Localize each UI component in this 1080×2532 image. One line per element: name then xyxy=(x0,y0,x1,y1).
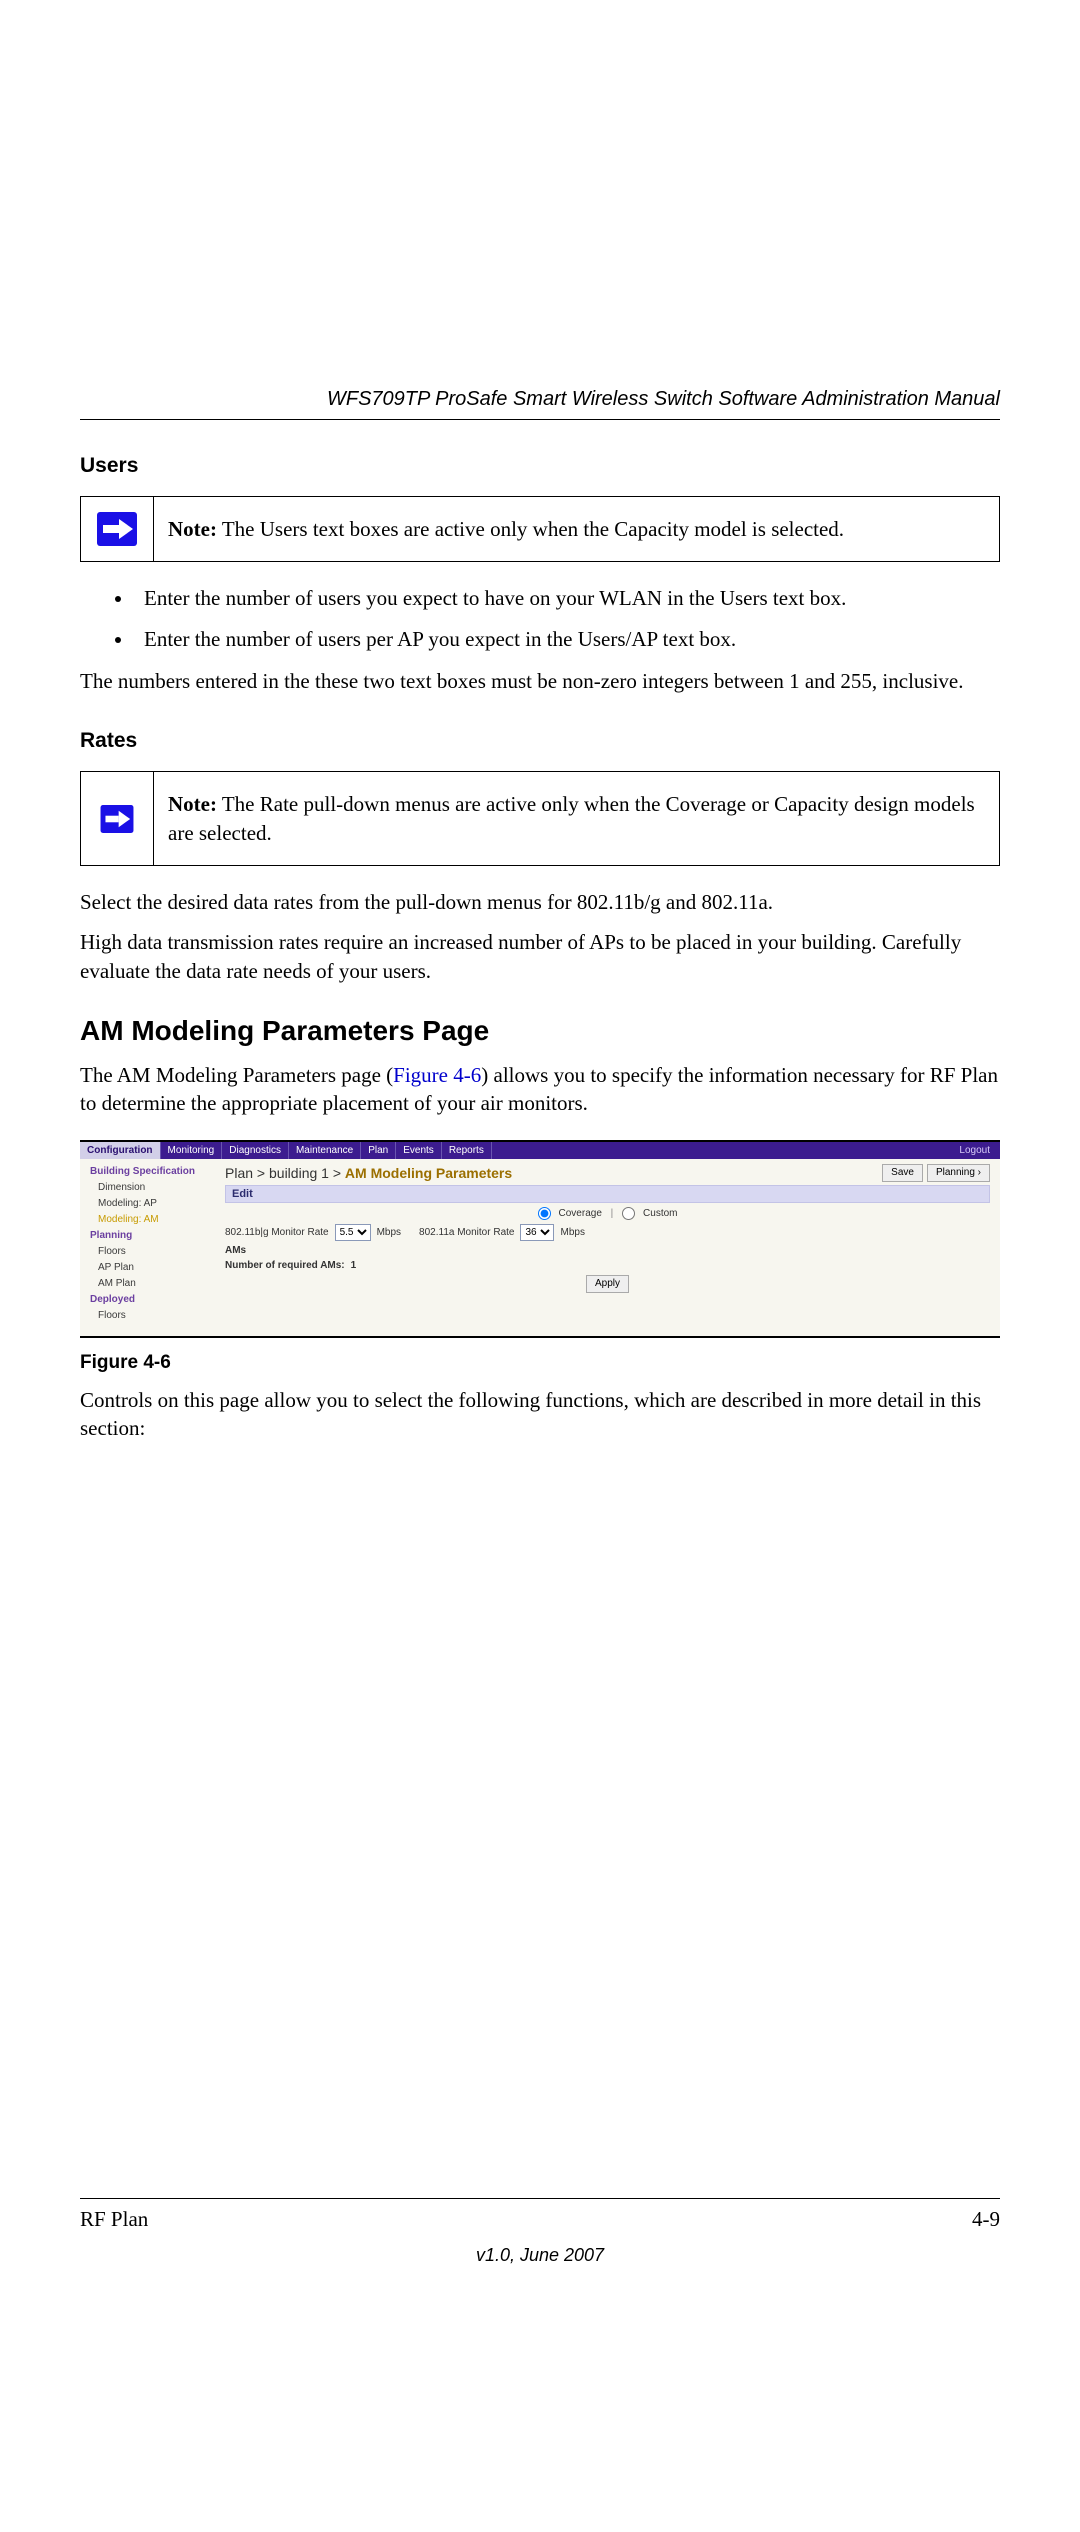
note-body: The Rate pull-down menus are active only… xyxy=(168,792,975,844)
note-icon-cell xyxy=(81,497,154,561)
rates-paragraph-2: High data transmission rates require an … xyxy=(80,928,1000,985)
note-text: Note: The Users text boxes are active on… xyxy=(154,497,999,561)
note-prefix: Note: xyxy=(168,792,217,816)
list-item: Enter the number of users you expect to … xyxy=(134,584,1000,612)
header-rule xyxy=(80,419,1000,420)
radio-custom-label: Custom xyxy=(643,1208,677,1219)
sidebar-item-am-plan[interactable]: AM Plan xyxy=(90,1276,225,1292)
required-ams-value: 1 xyxy=(351,1260,357,1271)
breadcrumb: Plan > building 1 > AM Modeling Paramete… xyxy=(225,1164,990,1182)
am-intro-paragraph: The AM Modeling Parameters page (Figure … xyxy=(80,1061,1000,1118)
ui-main: Plan > building 1 > AM Modeling Paramete… xyxy=(225,1159,1000,1336)
sidebar-item-modeling-am[interactable]: Modeling: AM xyxy=(90,1212,225,1228)
ui-capture: Configuration Monitoring Diagnostics Mai… xyxy=(80,1142,1000,1336)
sidebar-group-building: Building Specification xyxy=(90,1164,225,1180)
rate-bg-label: 802.11b|g Monitor Rate xyxy=(225,1227,329,1238)
radio-custom[interactable] xyxy=(622,1207,635,1220)
heading-am-modeling: AM Modeling Parameters Page xyxy=(80,1015,1000,1047)
tab-diagnostics[interactable]: Diagnostics xyxy=(222,1142,289,1159)
ui-sidebar: Building Specification Dimension Modelin… xyxy=(80,1159,225,1336)
sidebar-item-modeling-ap[interactable]: Modeling: AP xyxy=(90,1196,225,1212)
tab-plan[interactable]: Plan xyxy=(361,1142,396,1159)
figure-caption: Figure 4-6 xyxy=(80,1352,1000,1374)
tab-events[interactable]: Events xyxy=(396,1142,442,1159)
note-body: The Users text boxes are active only whe… xyxy=(217,517,844,541)
footer-center: v1.0, June 2007 xyxy=(0,2245,1080,2266)
required-ams-label: Number of required AMs: xyxy=(225,1260,345,1271)
figure-link[interactable]: Figure 4-6 xyxy=(393,1063,481,1087)
am-outro-paragraph: Controls on this page allow you to selec… xyxy=(80,1386,1000,1443)
tab-configuration[interactable]: Configuration xyxy=(80,1142,161,1159)
doc-header-title: WFS709TP ProSafe Smart Wireless Switch S… xyxy=(80,388,1000,419)
note-prefix: Note: xyxy=(168,517,217,541)
figure-4-6: Configuration Monitoring Diagnostics Mai… xyxy=(80,1140,1000,1338)
note-text: Note: The Rate pull-down menus are activ… xyxy=(154,772,999,865)
rate-bg-select[interactable]: 5.5 xyxy=(335,1224,371,1241)
logout-link[interactable]: Logout xyxy=(959,1145,1000,1156)
breadcrumb-plan[interactable]: Plan xyxy=(225,1165,253,1181)
section-heading-users: Users xyxy=(80,454,1000,478)
note-box-users: Note: The Users text boxes are active on… xyxy=(80,496,1000,562)
sidebar-item-ap-plan[interactable]: AP Plan xyxy=(90,1260,225,1276)
ams-label: AMs xyxy=(225,1245,246,1256)
sidebar-group-planning: Planning xyxy=(90,1228,225,1244)
save-button[interactable]: Save xyxy=(882,1164,923,1182)
apply-button[interactable]: Apply xyxy=(586,1275,629,1293)
sidebar-item-dimension[interactable]: Dimension xyxy=(90,1180,225,1196)
footer-right: 4-9 xyxy=(972,2207,1000,2232)
arrow-icon xyxy=(97,512,137,546)
breadcrumb-building[interactable]: building 1 xyxy=(269,1165,329,1181)
sidebar-item-floors[interactable]: Floors xyxy=(90,1244,225,1260)
sidebar-item-deployed-floors[interactable]: Floors xyxy=(90,1308,225,1324)
rate-a-label: 802.11a Monitor Rate xyxy=(419,1227,514,1238)
radio-coverage[interactable] xyxy=(538,1207,551,1220)
users-bullet-list: Enter the number of users you expect to … xyxy=(80,584,1000,653)
sidebar-group-deployed: Deployed xyxy=(90,1292,225,1308)
tab-monitoring[interactable]: Monitoring xyxy=(161,1142,223,1159)
rate-bg-unit: Mbps xyxy=(377,1227,401,1238)
footer-left: RF Plan xyxy=(80,2207,148,2232)
tab-maintenance[interactable]: Maintenance xyxy=(289,1142,361,1159)
intro-text-pre: The AM Modeling Parameters page ( xyxy=(80,1063,393,1087)
list-item: Enter the number of users per AP you exp… xyxy=(134,625,1000,653)
rates-paragraph-1: Select the desired data rates from the p… xyxy=(80,888,1000,916)
radio-coverage-label: Coverage xyxy=(559,1208,602,1219)
page-footer: RF Plan 4-9 xyxy=(80,2198,1000,2232)
note-box-rates: Note: The Rate pull-down menus are activ… xyxy=(80,771,1000,866)
breadcrumb-current: AM Modeling Parameters xyxy=(345,1165,512,1181)
planning-button[interactable]: Planning › xyxy=(927,1164,990,1182)
note-icon-cell xyxy=(81,772,154,865)
tab-reports[interactable]: Reports xyxy=(442,1142,492,1159)
ui-topbar: Configuration Monitoring Diagnostics Mai… xyxy=(80,1142,1000,1159)
rate-a-unit: Mbps xyxy=(560,1227,584,1238)
rate-a-select[interactable]: 36 xyxy=(520,1224,554,1241)
arrow-icon xyxy=(100,805,134,833)
edit-bar: Edit xyxy=(225,1185,990,1203)
section-heading-rates: Rates xyxy=(80,729,1000,753)
users-paragraph: The numbers entered in the these two tex… xyxy=(80,667,1000,695)
